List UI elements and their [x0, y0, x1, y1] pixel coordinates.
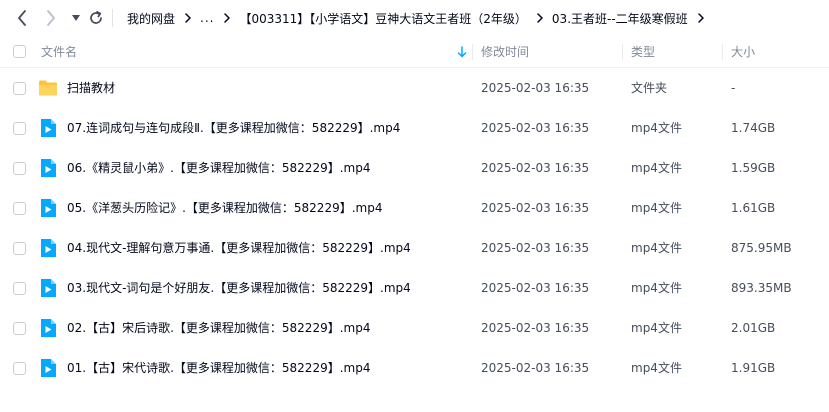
file-name[interactable]: 03.现代文-词句是个好朋友.【更多课程加微信：582229】.mp4	[67, 268, 411, 308]
file-name[interactable]: 01.【古】宋代诗歌.【更多课程加微信：582229】.mp4	[67, 348, 370, 388]
file-row[interactable]: 01.【古】宋代诗歌.【更多课程加微信：582229】.mp4 2025-02-…	[0, 348, 829, 388]
file-size: -	[731, 81, 736, 95]
file-type: mp4文件	[631, 121, 682, 135]
header-modified[interactable]: 修改时间	[481, 36, 529, 68]
column-divider[interactable]	[472, 44, 473, 60]
breadcrumb-ellipsis[interactable]: ...	[200, 11, 214, 25]
row-checkbox[interactable]	[13, 362, 26, 375]
select-all-checkbox[interactable]	[13, 45, 26, 58]
navigation-bar: 我的网盘 ... 【003311】【小学语文】豆神大语文王者班（2年级） 03.…	[0, 0, 829, 36]
file-type: mp4文件	[631, 321, 682, 335]
video-file-icon	[38, 198, 58, 218]
file-modified-date: 2025-02-03 16:35	[481, 241, 590, 255]
folder-icon	[38, 78, 58, 98]
file-name[interactable]: 02.【古】宋后诗歌.【更多课程加微信：582229】.mp4	[67, 308, 370, 348]
video-file-icon	[38, 358, 58, 378]
file-type: mp4文件	[631, 161, 682, 175]
row-checkbox[interactable]	[13, 122, 26, 135]
chevron-right-icon	[47, 10, 55, 26]
file-type: 文件夹	[631, 81, 668, 95]
file-list: 扫描教材 2025-02-03 16:35 文件夹 - 07.连词成句与连句成段…	[0, 68, 829, 388]
file-name[interactable]: 扫描教材	[67, 68, 115, 108]
nav-divider	[112, 9, 113, 27]
header-type[interactable]: 类型	[631, 36, 655, 68]
back-button[interactable]	[13, 8, 31, 28]
sort-descending-icon[interactable]	[456, 46, 468, 58]
forward-button[interactable]	[42, 8, 60, 28]
file-name[interactable]: 04.现代文-理解句意万事通.【更多课程加微信：582229】.mp4	[67, 228, 411, 268]
file-type: mp4文件	[631, 201, 682, 215]
file-modified-date: 2025-02-03 16:35	[481, 121, 590, 135]
video-file-icon	[38, 238, 58, 258]
video-file-icon	[38, 278, 58, 298]
file-name[interactable]: 05.《洋葱头历险记》.【更多课程加微信：582229】.mp4	[67, 188, 382, 228]
history-dropdown-button[interactable]	[67, 8, 85, 28]
caret-down-icon	[72, 15, 80, 21]
breadcrumb-current[interactable]: 03.王者班--二年级寒假班	[552, 10, 688, 27]
row-checkbox[interactable]	[13, 162, 26, 175]
file-row[interactable]: 02.【古】宋后诗歌.【更多课程加微信：582229】.mp4 2025-02-…	[0, 308, 829, 348]
file-modified-date: 2025-02-03 16:35	[481, 161, 590, 175]
video-file-icon	[38, 118, 58, 138]
file-size: 1.74GB	[731, 121, 776, 135]
file-modified-date: 2025-02-03 16:35	[481, 201, 590, 215]
file-size: 1.91GB	[731, 361, 776, 375]
file-type: mp4文件	[631, 241, 682, 255]
file-row[interactable]: 03.现代文-词句是个好朋友.【更多课程加微信：582229】.mp4 2025…	[0, 268, 829, 308]
file-row[interactable]: 06.《精灵鼠小弟》.【更多课程加微信：582229】.mp4 2025-02-…	[0, 148, 829, 188]
header-filename[interactable]: 文件名	[41, 36, 77, 68]
chevron-right-icon	[697, 13, 705, 23]
chevron-right-icon	[223, 13, 231, 23]
file-size: 893.35MB	[731, 281, 792, 295]
file-row[interactable]: 05.《洋葱头历险记》.【更多课程加微信：582229】.mp4 2025-02…	[0, 188, 829, 228]
row-checkbox[interactable]	[13, 282, 26, 295]
file-modified-date: 2025-02-03 16:35	[481, 281, 590, 295]
chevron-right-icon	[536, 13, 544, 23]
row-checkbox[interactable]	[13, 242, 26, 255]
breadcrumb-item[interactable]: 【003311】【小学语文】豆神大语文王者班（2年级）	[239, 10, 526, 27]
video-file-icon	[38, 158, 58, 178]
row-checkbox[interactable]	[13, 82, 26, 95]
breadcrumb-root[interactable]: 我的网盘	[127, 10, 175, 27]
file-name[interactable]: 07.连词成句与连句成段Ⅱ.【更多课程加微信：582229】.mp4	[67, 108, 400, 148]
file-modified-date: 2025-02-03 16:35	[481, 321, 590, 335]
file-row[interactable]: 04.现代文-理解句意万事通.【更多课程加微信：582229】.mp4 2025…	[0, 228, 829, 268]
file-list-header: 文件名 修改时间 类型 大小	[0, 36, 829, 68]
file-name[interactable]: 06.《精灵鼠小弟》.【更多课程加微信：582229】.mp4	[67, 148, 370, 188]
column-divider[interactable]	[622, 44, 623, 60]
file-type: mp4文件	[631, 281, 682, 295]
file-type: mp4文件	[631, 361, 682, 375]
refresh-icon	[90, 11, 102, 24]
row-checkbox[interactable]	[13, 202, 26, 215]
file-row[interactable]: 扫描教材 2025-02-03 16:35 文件夹 -	[0, 68, 829, 108]
refresh-button[interactable]	[87, 8, 105, 28]
header-size[interactable]: 大小	[731, 36, 755, 68]
chevron-left-icon	[18, 10, 26, 26]
file-modified-date: 2025-02-03 16:35	[481, 361, 590, 375]
file-size: 1.59GB	[731, 161, 776, 175]
file-size: 875.95MB	[731, 241, 792, 255]
file-size: 2.01GB	[731, 321, 776, 335]
column-divider[interactable]	[722, 44, 723, 60]
row-checkbox[interactable]	[13, 322, 26, 335]
file-size: 1.61GB	[731, 201, 776, 215]
file-modified-date: 2025-02-03 16:35	[481, 81, 590, 95]
video-file-icon	[38, 318, 58, 338]
chevron-right-icon	[184, 13, 192, 23]
file-row[interactable]: 07.连词成句与连句成段Ⅱ.【更多课程加微信：582229】.mp4 2025-…	[0, 108, 829, 148]
breadcrumb: 我的网盘 ... 【003311】【小学语文】豆神大语文王者班（2年级） 03.…	[127, 0, 713, 36]
